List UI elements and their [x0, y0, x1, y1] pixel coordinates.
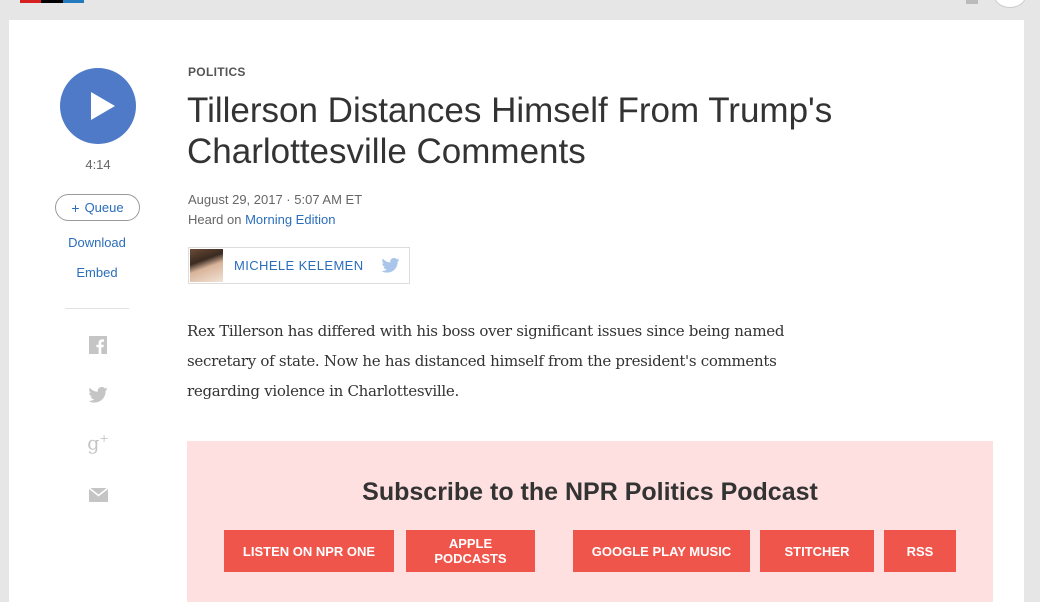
author-avatar[interactable]	[190, 249, 223, 282]
apple-podcasts-button[interactable]: APPLE PODCASTS	[406, 530, 535, 572]
byline: MICHELE KELEMEN	[188, 247, 410, 284]
listen-npr-one-button[interactable]: LISTEN ON NPR ONE	[224, 530, 394, 572]
npr-logo[interactable]	[20, 0, 84, 3]
plus-icon: +	[71, 199, 80, 216]
queue-button[interactable]: + Queue	[55, 194, 140, 221]
facebook-icon[interactable]	[87, 334, 109, 356]
stitcher-button[interactable]: STITCHER	[760, 530, 874, 572]
play-button[interactable]	[60, 68, 136, 144]
twitter-icon[interactable]	[87, 384, 109, 406]
heard-on-prefix: Heard on	[188, 212, 246, 227]
top-nav-bar	[0, 0, 1040, 20]
audio-duration: 4:14	[85, 157, 111, 172]
audio-share-rail: 4:14 + Queue Download Embed g+	[9, 20, 187, 602]
story-teaser: Rex Tillerson has differed with his boss…	[187, 322, 785, 400]
podcast-subscribe-promo: Subscribe to the NPR Politics Podcast LI…	[187, 441, 993, 602]
promo-title: Subscribe to the NPR Politics Podcast	[362, 478, 818, 506]
story-card: 4:14 + Queue Download Embed g+ POLITICS …	[9, 20, 1024, 602]
google-play-music-button[interactable]: GOOGLE PLAY MUSIC	[573, 530, 750, 572]
author-name-link[interactable]: MICHELE KELEMEN	[234, 258, 364, 273]
section-label[interactable]: POLITICS	[188, 65, 246, 79]
program-link[interactable]: Morning Edition	[245, 212, 335, 227]
story-title: Tillerson Distances Himself From Trump's…	[187, 91, 833, 171]
rail-divider	[65, 308, 129, 309]
email-icon[interactable]	[87, 484, 109, 506]
nav-icon[interactable]	[966, 0, 978, 4]
user-avatar-icon[interactable]	[994, 0, 1026, 8]
author-twitter-icon[interactable]	[381, 257, 400, 278]
rss-button[interactable]: RSS	[884, 530, 956, 572]
download-link[interactable]: Download	[47, 235, 147, 250]
heard-on-line: Heard on Morning Edition	[188, 212, 335, 227]
queue-label: Queue	[84, 200, 124, 215]
embed-link[interactable]: Embed	[47, 265, 147, 280]
google-plus-icon[interactable]: g+	[87, 432, 109, 454]
story-dateline: August 29, 2017 · 5:07 AM ET	[188, 192, 363, 207]
